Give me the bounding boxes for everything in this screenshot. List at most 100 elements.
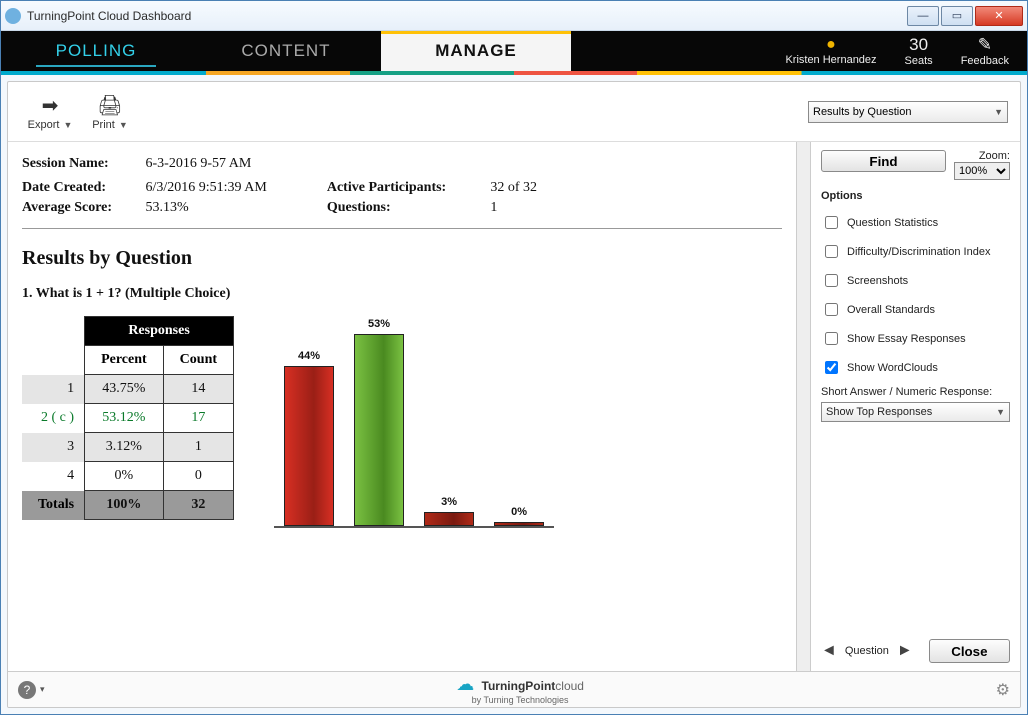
checkbox[interactable]	[825, 216, 838, 229]
totals-percent: 100%	[85, 491, 164, 520]
row-count: 14	[163, 375, 233, 404]
chart-bar-label: 3%	[424, 496, 474, 508]
prev-question-button[interactable]: ◄	[821, 642, 837, 660]
chart-bar-label: 53%	[354, 318, 404, 330]
average-score-value: 53.13%	[146, 200, 189, 215]
print-icon: 🖨	[80, 93, 140, 119]
responses-table: Responses PercentCount 1 43.75% 14 2 ( c…	[22, 316, 234, 520]
options-heading: Options	[821, 190, 1010, 202]
window-buttons: — ▭ ✕	[905, 6, 1023, 26]
vertical-scrollbar[interactable]	[796, 142, 810, 671]
export-label: Export	[28, 119, 60, 131]
row-label: 2 ( c )	[22, 404, 85, 433]
report-type-value: Results by Question	[813, 106, 911, 118]
minimize-button[interactable]: —	[907, 6, 939, 26]
tab-polling[interactable]: POLLING	[1, 31, 191, 71]
table-row: 3 3.12% 1	[22, 433, 234, 462]
chevron-down-icon: ▼	[996, 407, 1005, 417]
date-created-value: 6/3/2016 9:51:39 AM	[146, 180, 267, 195]
chart-bar: 3%	[424, 512, 474, 526]
checkbox[interactable]	[825, 274, 838, 287]
option-show-essay[interactable]: Show Essay Responses	[821, 329, 1010, 348]
chart-bar: 44%	[284, 366, 334, 526]
report-pane: Session Name: 6-3-2016 9-57 AM Date Crea…	[8, 142, 796, 671]
question-title: 1. What is 1 + 1? (Multiple Choice)	[22, 286, 782, 302]
content-row: Session Name: 6-3-2016 9-57 AM Date Crea…	[8, 142, 1020, 671]
close-button[interactable]: Close	[929, 639, 1010, 663]
totals-count: 32	[163, 491, 233, 520]
export-button[interactable]: ➡ Export ▼	[20, 93, 80, 131]
window-title: TurningPoint Cloud Dashboard	[27, 9, 905, 23]
top-meta: ● Kristen Hernandez 30 Seats ✎ Feedback	[767, 31, 1027, 71]
row-percent: 43.75%	[85, 375, 164, 404]
close-window-button[interactable]: ✕	[975, 6, 1023, 26]
brand-logo: ☁ TurningPointcloud by Turning Technolog…	[45, 674, 996, 705]
questions-label: Questions:	[327, 200, 487, 216]
divider	[22, 228, 782, 229]
table-row: 2 ( c ) 53.12% 17	[22, 404, 234, 433]
row-label: 3	[22, 433, 85, 462]
option-show-wordclouds[interactable]: Show WordClouds	[821, 358, 1010, 377]
session-name-value: 6-3-2016 9-57 AM	[146, 156, 252, 171]
brand-sub: by Turning Technologies	[45, 695, 996, 705]
percent-header: Percent	[85, 346, 164, 375]
top-nav: POLLING CONTENT MANAGE ● Kristen Hernand…	[1, 31, 1027, 71]
average-score-label: Average Score:	[22, 200, 142, 216]
questions-value: 1	[490, 200, 497, 215]
user-indicator[interactable]: ● Kristen Hernandez	[785, 36, 876, 66]
table-row: 4 0% 0	[22, 462, 234, 491]
report-type-select[interactable]: Results by Question ▼	[808, 101, 1008, 123]
row-percent: 53.12%	[85, 404, 164, 433]
row-label: 1	[22, 375, 85, 404]
row-percent: 0%	[85, 462, 164, 491]
feedback-label: Feedback	[961, 55, 1009, 67]
feedback-button[interactable]: ✎ Feedback	[961, 35, 1009, 67]
short-answer-value: Show Top Responses	[826, 406, 932, 418]
row-percent: 3.12%	[85, 433, 164, 462]
checkbox[interactable]	[825, 245, 838, 258]
option-question-statistics[interactable]: Question Statistics	[821, 213, 1010, 232]
find-button[interactable]: Find	[821, 150, 946, 172]
zoom-label: Zoom:	[954, 150, 1010, 162]
row-label: 4	[22, 462, 85, 491]
brand-bold: TurningPoint	[482, 679, 556, 693]
print-button[interactable]: 🖨 Print ▼	[80, 93, 140, 131]
responses-bar-chart: 44% 53% 3% 0%	[274, 316, 554, 536]
chevron-down-icon[interactable]: ▼	[119, 120, 128, 130]
zoom-select[interactable]: 100%	[954, 162, 1010, 180]
table-row-totals: Totals 100% 32	[22, 491, 234, 520]
option-screenshots[interactable]: Screenshots	[821, 271, 1010, 290]
session-name-label: Session Name:	[22, 156, 142, 172]
table-row: 1 43.75% 14	[22, 375, 234, 404]
row-count: 17	[163, 404, 233, 433]
checkbox[interactable]	[825, 303, 838, 316]
next-question-button[interactable]: ►	[897, 642, 913, 660]
short-answer-select[interactable]: Show Top Responses ▼	[821, 402, 1010, 422]
option-difficulty-index[interactable]: Difficulty/Discrimination Index	[821, 242, 1010, 261]
brand-light: cloud	[555, 679, 584, 693]
settings-button[interactable]: ⚙	[996, 680, 1010, 700]
option-overall-standards[interactable]: Overall Standards	[821, 300, 1010, 319]
chevron-down-icon: ▼	[994, 107, 1003, 117]
user-icon: ●	[785, 36, 876, 54]
seats-label: Seats	[905, 55, 933, 67]
toolbar: ➡ Export ▼ 🖨 Print ▼ Results by Question…	[8, 82, 1020, 142]
checkbox[interactable]	[825, 332, 838, 345]
active-participants-value: 32 of 32	[490, 180, 537, 195]
help-button[interactable]: ?	[18, 681, 36, 699]
report-heading: Results by Question	[22, 247, 782, 270]
question-nav-label: Question	[845, 645, 889, 657]
tab-content[interactable]: CONTENT	[191, 31, 381, 71]
date-created-label: Date Created:	[22, 180, 142, 196]
chevron-down-icon[interactable]: ▼	[63, 120, 72, 130]
seats-indicator[interactable]: 30 Seats	[905, 35, 933, 67]
row-count: 1	[163, 433, 233, 462]
tab-manage[interactable]: MANAGE	[381, 31, 571, 71]
options-panel: Find Zoom: 100% Options Question Statist…	[810, 142, 1020, 671]
maximize-button[interactable]: ▭	[941, 6, 973, 26]
count-header: Count	[163, 346, 233, 375]
active-participants-label: Active Participants:	[327, 180, 487, 196]
feedback-icon: ✎	[961, 35, 1009, 55]
app-icon	[5, 8, 21, 24]
checkbox[interactable]	[825, 361, 838, 374]
